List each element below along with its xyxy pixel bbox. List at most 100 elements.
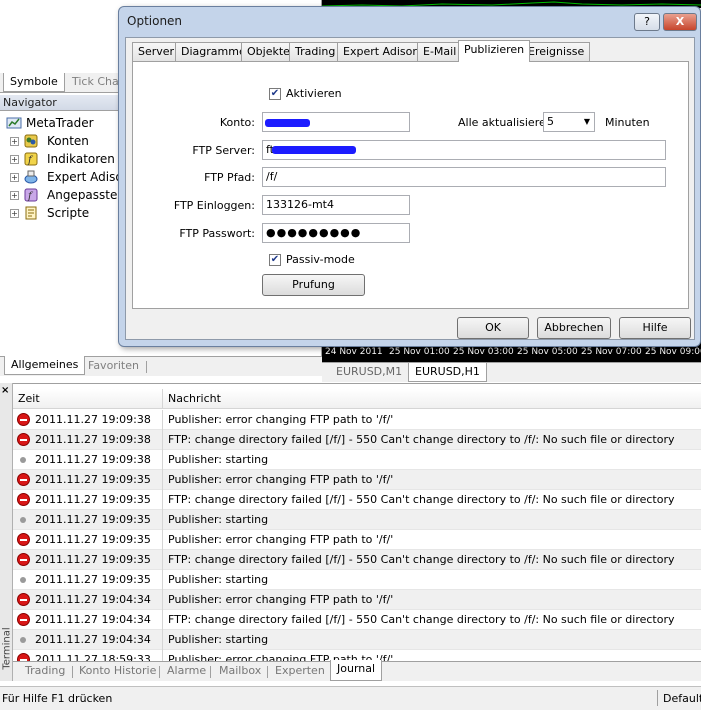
ftp-password-input[interactable]: ●●●●●●●●● (262, 223, 410, 243)
error-icon (17, 593, 30, 606)
passive-mode-checkbox[interactable]: ✔ (269, 254, 281, 266)
dialog-body: Server Diagramme Objekte Trading Expert … (125, 37, 695, 340)
tree-item-label: MetaTrader (26, 116, 94, 130)
account-input[interactable] (262, 112, 410, 132)
column-separator (162, 470, 163, 490)
row-message: Publisher: error changing FTP path to '/… (168, 533, 394, 546)
row-time: 2011.11.27 19:09:38 (35, 413, 151, 426)
row-message: Publisher: error changing FTP path to '/… (168, 593, 394, 606)
column-separator (162, 610, 163, 630)
tab-trading[interactable]: Trading (19, 662, 71, 681)
table-row[interactable]: 2011.11.27 19:09:35 Publisher: starting (13, 570, 701, 590)
journal-header: Zeit Nachricht (13, 389, 701, 409)
passive-mode-label: Passiv-mode (286, 253, 355, 266)
table-row[interactable]: 2011.11.27 19:04:34 FTP: change directory… (13, 610, 701, 630)
help-button[interactable]: Hilfe (619, 317, 691, 339)
table-row[interactable]: 2011.11.27 19:09:35 Publisher: error chan… (13, 470, 701, 490)
column-separator (162, 650, 163, 661)
column-separator (162, 430, 163, 450)
terminal-label: Terminal (1, 627, 13, 670)
ftp-server-input[interactable]: ft (262, 140, 666, 160)
column-header-time[interactable]: Zeit (13, 389, 163, 409)
column-separator (162, 630, 163, 650)
tree-item-label: Indikatoren (47, 152, 115, 166)
metatrader-icon (6, 117, 22, 129)
table-row[interactable]: 2011.11.27 19:09:38 FTP: change directory… (13, 430, 701, 450)
redaction-mark (272, 146, 356, 154)
tree-item-label: Scripte (47, 206, 90, 220)
table-row[interactable]: 2011.11.27 19:09:38 Publisher: error chan… (13, 410, 701, 430)
row-message: Publisher: error changing FTP path to '/… (168, 413, 394, 426)
expand-icon[interactable]: + (10, 155, 19, 164)
ftp-password-label: FTP Passwort: (179, 227, 255, 240)
tab-eurusd-h1[interactable]: EURUSD,H1 (408, 363, 487, 382)
tab-eurusd-m1[interactable]: EURUSD,M1 (330, 363, 408, 382)
row-time: 2011.11.27 18:59:33 (35, 653, 151, 661)
expand-icon[interactable]: + (10, 191, 19, 200)
tab-konto-historie[interactable]: Konto Historie (73, 662, 162, 681)
tab-publizieren[interactable]: Publizieren (458, 40, 531, 62)
row-message: FTP: change directory failed [/f/] - 550… (168, 433, 675, 446)
tab-expert-advisors[interactable]: Expert Adisors (337, 42, 429, 61)
row-time: 2011.11.27 19:09:35 (35, 493, 151, 506)
table-row[interactable]: 2011.11.27 19:09:38 Publisher: starting (13, 450, 701, 470)
enable-checkbox[interactable]: ✔ (269, 88, 281, 100)
column-separator (162, 530, 163, 550)
tab-email[interactable]: E-Mail (417, 42, 463, 61)
row-time: 2011.11.27 19:04:34 (35, 613, 151, 626)
row-time: 2011.11.27 19:09:38 (35, 433, 151, 446)
column-header-message[interactable]: Nachricht (163, 389, 221, 409)
ftp-path-label: FTP Pfad: (204, 171, 255, 184)
table-row[interactable]: 2011.11.27 19:04:34 Publisher: starting (13, 630, 701, 650)
minutes-label: Minuten (605, 116, 650, 129)
close-button[interactable]: X (663, 13, 697, 31)
tab-journal[interactable]: Journal (330, 660, 383, 681)
expand-icon[interactable]: + (10, 173, 19, 182)
table-row[interactable]: 2011.11.27 19:09:35 FTP: change directory… (13, 550, 701, 570)
tab-allgemeines[interactable]: Allgemeines (4, 356, 86, 375)
ftp-path-input[interactable]: /f/ (262, 167, 666, 187)
navigator-tabs: Allgemeines Favoriten (0, 356, 322, 376)
ok-button[interactable]: OK (457, 317, 529, 339)
tab-server[interactable]: Server (132, 42, 181, 61)
table-row[interactable]: 2011.11.27 19:04:34 Publisher: error chan… (13, 590, 701, 610)
tab-experten[interactable]: Experten (269, 662, 331, 681)
row-time: 2011.11.27 19:09:35 (35, 533, 151, 546)
chevron-down-icon: ▼ (583, 117, 590, 126)
test-button[interactable]: Prufung (262, 274, 365, 296)
tab-trading[interactable]: Trading (289, 42, 342, 61)
row-time: 2011.11.27 19:09:38 (35, 453, 151, 466)
tab-symbole[interactable]: Symbole (3, 73, 65, 92)
help-title-button[interactable]: ? (634, 13, 660, 31)
row-message: FTP: change directory failed [/f/] - 550… (168, 493, 675, 506)
indicator-icon: f (24, 152, 38, 166)
table-row[interactable]: 2011.11.27 19:09:35 FTP: change directory… (13, 490, 701, 510)
redaction-mark (265, 119, 310, 127)
row-time: 2011.11.27 19:09:35 (35, 513, 151, 526)
cancel-button[interactable]: Abbrechen (537, 317, 611, 339)
table-row[interactable]: 2011.11.27 19:09:35 Publisher: starting (13, 510, 701, 530)
time-axis-label: 24 Nov 2011 (325, 347, 383, 357)
table-row[interactable]: 2011.11.27 19:09:35 Publisher: error chan… (13, 530, 701, 550)
close-icon[interactable]: × (1, 385, 9, 396)
expand-icon[interactable]: + (10, 209, 19, 218)
column-separator (162, 590, 163, 610)
tab-ereignisse[interactable]: Ereignisse (522, 42, 591, 61)
publish-tab-page: ✔ Aktivieren Konto: Alle aktualisieren: … (132, 61, 689, 309)
expand-icon[interactable]: + (10, 137, 19, 146)
chart-window-tabs: EURUSD,M1 EURUSD,H1 (322, 362, 701, 382)
tab-mailbox[interactable]: Mailbox (213, 662, 267, 681)
tab-alarme[interactable]: Alarme (161, 662, 212, 681)
tab-favoriten[interactable]: Favoriten (82, 357, 145, 376)
ftp-login-input[interactable]: 133126-mt4 (262, 195, 410, 215)
time-axis-label: 25 Nov 01:00 (389, 347, 450, 357)
time-axis-label: 25 Nov 05:00 (517, 347, 578, 357)
tab-objekte[interactable]: Objekte (241, 42, 296, 61)
time-axis-label: 25 Nov 03:00 (453, 347, 514, 357)
row-time: 2011.11.27 19:04:34 (35, 593, 151, 606)
update-interval-select[interactable]: 5 ▼ (543, 112, 595, 132)
column-separator (162, 550, 163, 570)
status-separator (657, 690, 658, 706)
update-interval-value: 5 (547, 115, 554, 128)
column-separator (162, 510, 163, 530)
